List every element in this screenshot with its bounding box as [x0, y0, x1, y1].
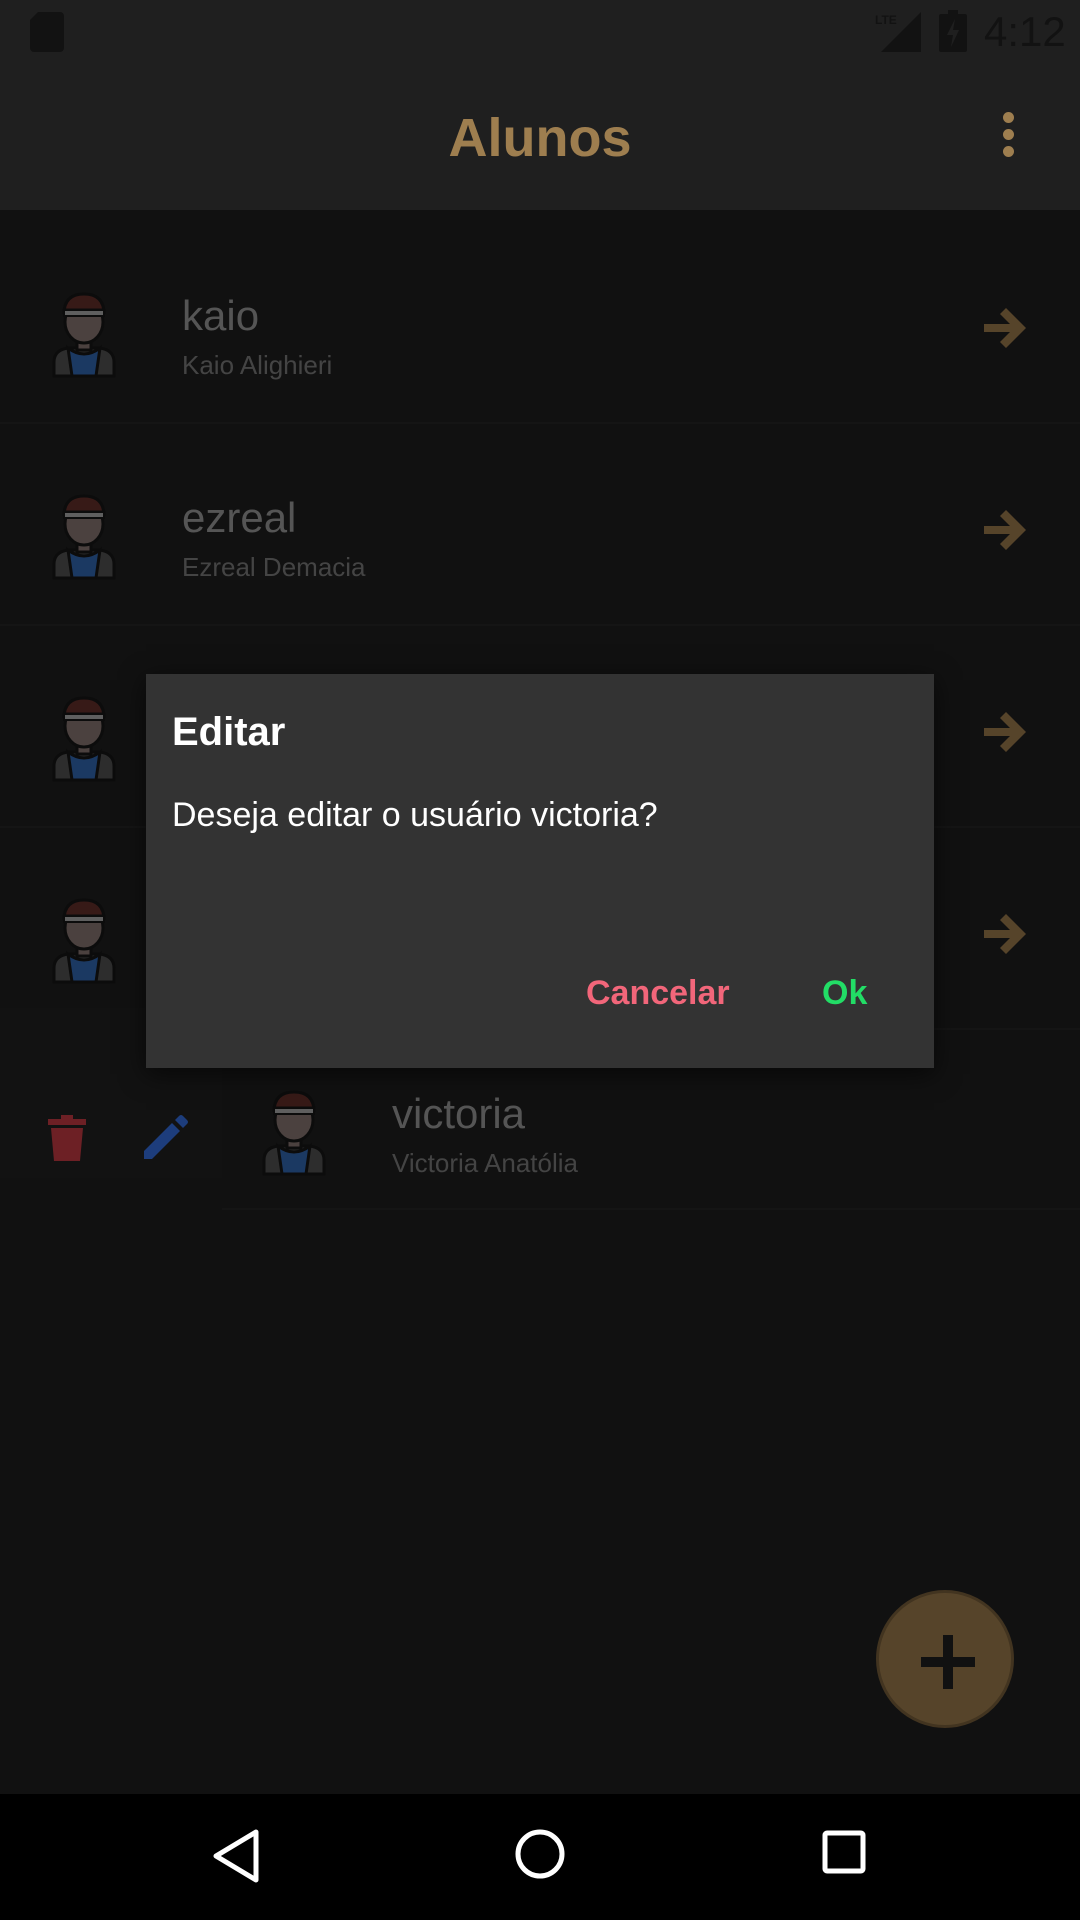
- ok-button[interactable]: Ok: [822, 974, 867, 1013]
- navigation-bar: [0, 1794, 1080, 1920]
- recent-apps-icon[interactable]: [822, 1830, 866, 1874]
- home-icon[interactable]: [514, 1828, 566, 1880]
- back-icon[interactable]: [212, 1828, 260, 1884]
- cancel-button[interactable]: Cancelar: [586, 974, 730, 1013]
- dialog-message: Deseja editar o usuário victoria?: [172, 796, 658, 834]
- edit-dialog: Editar Deseja editar o usuário victoria?…: [146, 674, 934, 1068]
- screen: LTE 4:12 Alunos kaio Kaio Alighieri ezre…: [0, 0, 1080, 1920]
- dialog-title: Editar: [172, 710, 286, 754]
